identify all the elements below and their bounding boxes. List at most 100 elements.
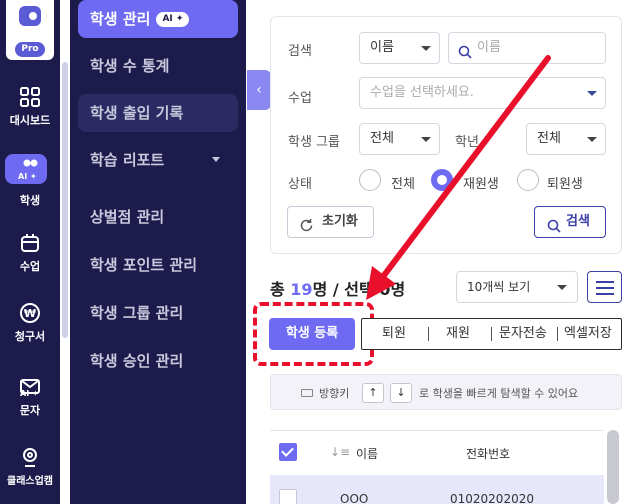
grade-select[interactable]: 전체	[526, 123, 606, 155]
row-checkbox[interactable]	[279, 489, 297, 504]
rail-item-label: 수업	[19, 260, 41, 273]
status-radio-withdrawn[interactable]	[517, 169, 539, 191]
page-size-select[interactable]: 10개씩 보기	[456, 271, 578, 303]
submenu-item-learning-report[interactable]: 학습 리포트	[78, 141, 238, 179]
status-radio-all-label: 전체	[391, 177, 415, 192]
search-input[interactable]: 이름	[448, 32, 606, 64]
excel-export-button[interactable]: 엑셀저장	[564, 319, 612, 349]
hamburger-icon-line	[596, 293, 614, 295]
rail-scrollbar[interactable]	[62, 62, 68, 338]
submenu-item-attendance-log[interactable]: 학생 출입 기록	[78, 94, 238, 132]
rail-item-classes[interactable]: 수업	[0, 232, 60, 274]
collapse-sidebar-button[interactable]: ‹	[247, 70, 271, 110]
table-scrollbar[interactable]	[607, 430, 619, 504]
cell-phone: 01020202020	[450, 492, 534, 504]
total-suffix: 명 / 선택	[312, 280, 374, 299]
keyboard-hint-banner: 방향키 ↑ ↓ 로 학생을 빠르게 탐색할 수 있어요	[270, 374, 622, 410]
icon-rail: Pro 대시보드 AI ✦ 학생 수업 ₩ 청구서 AI ✦ 문자 클래스업캠	[0, 0, 60, 504]
submenu-item-groups[interactable]: 학생 그룹 관리	[78, 294, 238, 332]
logo-toggle-icon	[19, 6, 41, 26]
send-sms-button[interactable]: 문자전송	[499, 319, 547, 349]
bulk-action-bar: 퇴원 재원 문자전송 엑셀저장	[361, 318, 622, 350]
column-header-phone[interactable]: 전화번호	[466, 445, 510, 462]
submenu-item-student-management[interactable]: 학생 관리 AI ✦	[78, 0, 238, 38]
class-select[interactable]: 수업을 선택하세요.	[359, 77, 606, 109]
search-placeholder: 이름	[477, 40, 501, 55]
rail-item-messages[interactable]: AI ✦ 문자	[0, 376, 60, 418]
status-radio-enrolled[interactable]	[431, 169, 453, 191]
hint-suffix: 로 학생을 빠르게 탐색할 수 있어요	[419, 387, 579, 400]
dashboard-grid-icon	[19, 86, 41, 108]
column-menu-button[interactable]	[587, 271, 622, 303]
rail-item-students[interactable]: AI ✦ 학생	[0, 157, 60, 208]
submenu-item-approvals[interactable]: 학생 승인 관리	[78, 342, 238, 380]
select-placeholder: 수업을 선택하세요.	[370, 85, 474, 100]
search-label: 검색	[288, 44, 312, 59]
submenu-item-label: 학습 리포트	[90, 151, 165, 169]
chevron-down-icon	[587, 137, 597, 142]
page-size-value: 10개씩 보기	[467, 280, 531, 294]
grade-label: 학년	[455, 135, 479, 150]
select-value: 전체	[370, 131, 394, 146]
svg-text:₩: ₩	[24, 307, 36, 320]
ai-tag: AI ✦	[20, 389, 39, 398]
reset-button[interactable]: 초기화	[287, 206, 374, 238]
search-button-label: 검색	[566, 214, 590, 229]
rail-item-classupcam[interactable]: 클래스업캠	[0, 446, 60, 487]
chevron-down-icon	[587, 91, 597, 96]
chevron-down-icon	[557, 285, 567, 290]
rail-item-label: 문자	[19, 404, 41, 417]
submenu-item-label: 학생 관리	[90, 10, 151, 28]
submenu-item-student-stats[interactable]: 학생 수 통계	[78, 47, 238, 85]
select-all-checkbox[interactable]	[279, 443, 297, 461]
cell-name: OOO	[340, 492, 369, 504]
rail-item-dashboard[interactable]: 대시보드	[0, 86, 60, 128]
filter-panel: 검색 이름 이름 수업 수업을 선택하세요. 학생 그룹 전체 학년 전체 상태…	[270, 16, 622, 254]
arrow-up-key: ↑	[362, 383, 384, 403]
reset-label: 초기화	[322, 214, 358, 229]
app-logo[interactable]: Pro	[6, 0, 54, 60]
submenu-item-merit-demerit[interactable]: 상벌점 관리	[78, 198, 238, 236]
total-count: 19	[290, 280, 313, 299]
select-value: 이름	[370, 40, 394, 55]
rail-item-label: 클래스업캠	[7, 476, 53, 487]
chevron-down-icon	[421, 137, 431, 142]
highlight-annotation-box	[253, 302, 374, 366]
ai-badge: AI ✦	[156, 12, 190, 27]
student-group-label: 학생 그룹	[288, 135, 340, 150]
chevron-down-icon	[421, 46, 431, 51]
calendar-icon	[19, 232, 41, 254]
student-group-select[interactable]: 전체	[359, 123, 440, 155]
column-header-name[interactable]: 이름	[356, 445, 378, 462]
status-radio-withdrawn-label: 퇴원생	[547, 177, 583, 192]
ai-tag: AI ✦	[18, 172, 37, 181]
table-row[interactable]: OOO 01020202020	[270, 475, 604, 504]
class-label: 수업	[288, 91, 312, 106]
selected-suffix: 명	[390, 280, 406, 299]
reenroll-button[interactable]: 재원	[446, 319, 470, 349]
rail-item-label: 대시보드	[9, 114, 51, 127]
total-prefix: 총	[270, 280, 291, 299]
won-currency-icon: ₩	[19, 302, 41, 324]
arrow-down-key: ↓	[390, 383, 412, 403]
hint-prefix: 방향키	[319, 387, 350, 400]
selected-count: 0	[379, 280, 391, 299]
pro-badge: Pro	[15, 42, 45, 57]
submenu-item-points[interactable]: 학생 포인트 관리	[78, 246, 238, 284]
status-radio-enrolled-label: 재원생	[463, 177, 499, 192]
student-count-summary: 총 19명 / 선택 0명	[270, 276, 405, 300]
divider	[557, 327, 558, 341]
status-radio-all[interactable]	[359, 169, 381, 191]
sort-icon[interactable]: ↓≡	[330, 445, 350, 459]
chevron-down-icon	[212, 157, 220, 162]
rail-item-invoices[interactable]: ₩ 청구서	[0, 302, 60, 344]
status-label: 상태	[288, 177, 312, 192]
search-icon	[458, 41, 472, 71]
hamburger-icon	[596, 281, 614, 283]
keyboard-icon	[301, 389, 313, 397]
withdraw-button[interactable]: 퇴원	[382, 319, 406, 349]
hamburger-icon-line	[596, 287, 614, 289]
divider	[428, 327, 429, 341]
search-field-select[interactable]: 이름	[359, 32, 440, 64]
search-button[interactable]: 검색	[534, 206, 606, 238]
